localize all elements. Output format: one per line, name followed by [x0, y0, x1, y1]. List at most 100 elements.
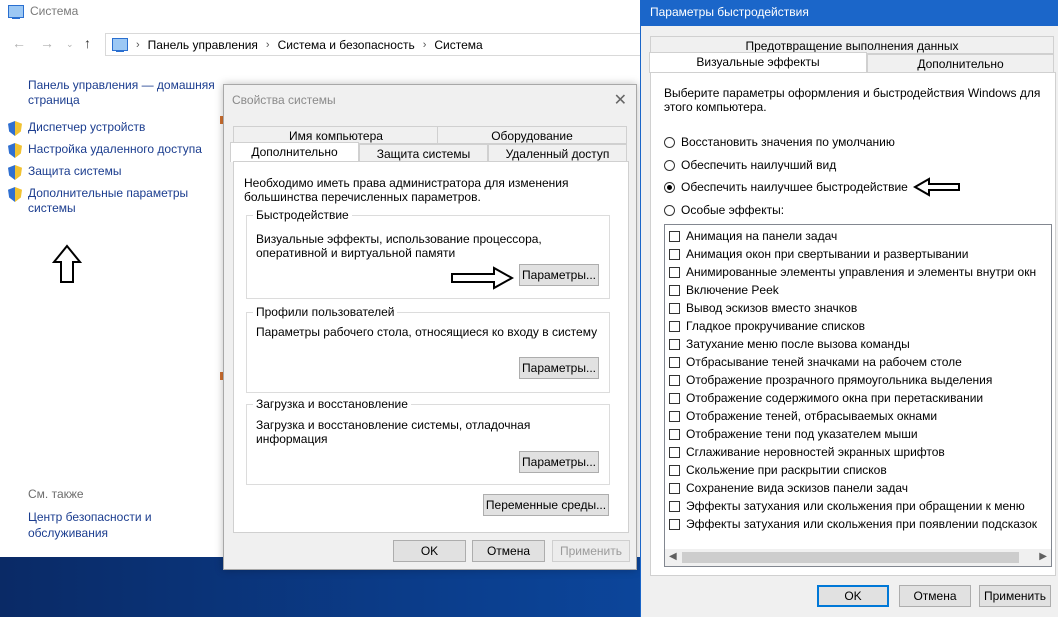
checkbox[interactable] — [669, 374, 680, 386]
effect-item[interactable]: Анимация окон при свертывании и разверты… — [669, 245, 968, 263]
back-arrow-icon[interactable]: ← — [12, 35, 26, 51]
breadcrumb-system[interactable]: Система — [434, 38, 482, 52]
address-bar[interactable]: › Панель управления › Система и безопасн… — [105, 33, 647, 56]
scrollbar-thumb[interactable] — [682, 552, 1019, 563]
checkbox[interactable] — [669, 392, 680, 404]
effect-label: Отображение содержимого окна при перетас… — [686, 391, 984, 405]
chevron-right-icon: › — [136, 38, 140, 51]
annotation-up-arrow-icon — [52, 244, 82, 283]
up-arrow-icon[interactable]: ↑ — [84, 35, 91, 51]
effect-item[interactable]: Отображение прозрачного прямоугольника в… — [669, 371, 992, 389]
effect-item[interactable]: Отображение тени под указателем мыши — [669, 425, 918, 443]
ok-button[interactable]: OK — [393, 540, 466, 562]
effect-item[interactable]: Сглаживание неровностей экранных шрифтов — [669, 443, 945, 461]
user-profiles-description: Параметры рабочего стола, относящиеся ко… — [256, 325, 598, 339]
effect-item[interactable]: Вывод эскизов вместо значков — [669, 299, 857, 317]
effect-item[interactable]: Анимированные элементы управления и элем… — [669, 263, 1036, 281]
effect-item[interactable]: Отображение теней, отбрасываемых окнами — [669, 407, 937, 425]
checkbox[interactable] — [669, 230, 680, 242]
checkbox[interactable] — [669, 356, 680, 368]
effect-item[interactable]: Эффекты затухания или скольжения при поя… — [669, 515, 1037, 533]
checkbox[interactable] — [669, 284, 680, 296]
effect-item[interactable]: Сохранение вида эскизов панели задач — [669, 479, 908, 497]
effect-label: Эффекты затухания или скольжения при поя… — [686, 517, 1038, 531]
radio-best-appearance[interactable]: Обеспечить наилучший вид — [664, 158, 836, 172]
dialog-title: Параметры быстродействия — [641, 0, 1058, 26]
radio-restore-defaults[interactable]: Восстановить значения по умолчанию — [664, 135, 895, 149]
checkbox[interactable] — [669, 302, 680, 314]
shield-icon — [8, 187, 22, 202]
effect-label: Анимированные элементы управления и элем… — [686, 265, 1037, 279]
tab-hardware[interactable]: Оборудование — [437, 126, 627, 144]
effect-label: Скольжение при раскрытии списков — [686, 463, 887, 477]
radio-best-performance[interactable]: Обеспечить наилучшее быстродействие — [664, 180, 908, 194]
scroll-right-icon[interactable]: ▶ — [1039, 551, 1047, 562]
user-profiles-settings-button[interactable]: Параметры... — [519, 357, 599, 379]
shield-icon — [8, 121, 22, 136]
tab-advanced[interactable]: Дополнительно — [230, 142, 359, 162]
cancel-button[interactable]: Отмена — [472, 540, 545, 562]
effect-item[interactable]: Скольжение при раскрытии списков — [669, 461, 887, 479]
apply-button[interactable]: Применить — [979, 585, 1051, 607]
breadcrumb-control-panel[interactable]: Панель управления — [148, 38, 258, 52]
sidebar-home-label: Панель управления — домашняя страница — [28, 78, 215, 107]
checkbox[interactable] — [669, 446, 680, 458]
performance-settings-button[interactable]: Параметры... — [519, 264, 599, 286]
effect-item[interactable]: Отбрасывание теней значками на рабочем с… — [669, 353, 962, 371]
radio-button[interactable] — [664, 181, 675, 193]
tab-remote-access[interactable]: Удаленный доступ — [488, 144, 627, 162]
effect-label: Отбрасывание теней значками на рабочем с… — [686, 355, 962, 369]
checkbox[interactable] — [669, 266, 680, 278]
checkbox[interactable] — [669, 500, 680, 512]
sidebar-home-link[interactable]: Панель управления — домашняя страница — [8, 78, 218, 108]
tab-system-protection[interactable]: Защита системы — [359, 144, 488, 162]
checkbox[interactable] — [669, 410, 680, 422]
user-profiles-group: Профили пользователей Параметры рабочего… — [246, 305, 610, 393]
effect-item[interactable]: Затухание меню после вызова команды — [669, 335, 910, 353]
effect-item[interactable]: Эффекты затухания или скольжения при обр… — [669, 497, 1025, 515]
sidebar-item-device-manager[interactable]: Диспетчер устройств — [8, 120, 218, 136]
breadcrumb-system-security[interactable]: Система и безопасность — [278, 38, 415, 52]
effect-item[interactable]: Гладкое прокручивание списков — [669, 317, 865, 335]
tab-advanced[interactable]: Дополнительно — [867, 54, 1054, 73]
effect-label: Гладкое прокручивание списков — [686, 319, 866, 333]
horizontal-scrollbar[interactable]: ◀ ▶ — [665, 549, 1051, 566]
system-properties-dialog: Свойства системы ✕ Имя компьютера Оборуд… — [223, 84, 637, 570]
effect-label: Отображение тени под указателем мыши — [686, 427, 918, 441]
effect-item[interactable]: Анимация на панели задач — [669, 227, 837, 245]
checkbox[interactable] — [669, 428, 680, 440]
tab-visual-effects[interactable]: Визуальные эффекты — [649, 52, 867, 73]
radio-label: Восстановить значения по умолчанию — [681, 135, 895, 149]
radio-button[interactable] — [664, 204, 675, 216]
environment-variables-button[interactable]: Переменные среды... — [483, 494, 609, 516]
startup-recovery-settings-button[interactable]: Параметры... — [519, 451, 599, 473]
effect-item[interactable]: Отображение содержимого окна при перетас… — [669, 389, 983, 407]
sidebar-item-label: Настройка удаленного доступа — [28, 142, 202, 156]
intro-text: Выберите параметры оформления и быстроде… — [664, 86, 1041, 114]
ok-button[interactable]: OK — [817, 585, 889, 607]
admin-note: Необходимо иметь права администратора дл… — [244, 176, 569, 204]
security-center-link[interactable]: Центр безопасности и обслуживания — [28, 509, 218, 541]
checkbox[interactable] — [669, 464, 680, 476]
close-icon[interactable]: ✕ — [614, 90, 627, 110]
navigation-bar: ← → ⌄ ↑ › Панель управления › Система и … — [0, 33, 647, 56]
checkbox[interactable] — [669, 518, 680, 530]
effect-label: Затухание меню после вызова команды — [686, 337, 910, 351]
sidebar-item-label: Дополнительные параметры системы — [28, 186, 189, 215]
checkbox[interactable] — [669, 338, 680, 350]
radio-custom[interactable]: Особые эффекты: — [664, 203, 784, 217]
checkbox[interactable] — [669, 320, 680, 332]
radio-button[interactable] — [664, 159, 675, 171]
sidebar-item-remote-access[interactable]: Настройка удаленного доступа — [8, 142, 218, 158]
sidebar-item-advanced-settings[interactable]: Дополнительные параметры системы — [8, 186, 218, 216]
effect-item[interactable]: Включение Peek — [669, 281, 779, 299]
scroll-left-icon[interactable]: ◀ — [669, 551, 677, 562]
cancel-button[interactable]: Отмена — [899, 585, 971, 607]
radio-button[interactable] — [664, 136, 675, 148]
checkbox[interactable] — [669, 482, 680, 494]
sidebar-item-system-protection[interactable]: Защита системы — [8, 164, 218, 180]
recent-chevron-icon[interactable]: ⌄ — [66, 39, 74, 50]
checkbox[interactable] — [669, 248, 680, 260]
forward-arrow-icon[interactable]: → — [40, 35, 54, 51]
effects-list[interactable]: Анимация на панели задач Анимация окон пр… — [664, 224, 1052, 567]
